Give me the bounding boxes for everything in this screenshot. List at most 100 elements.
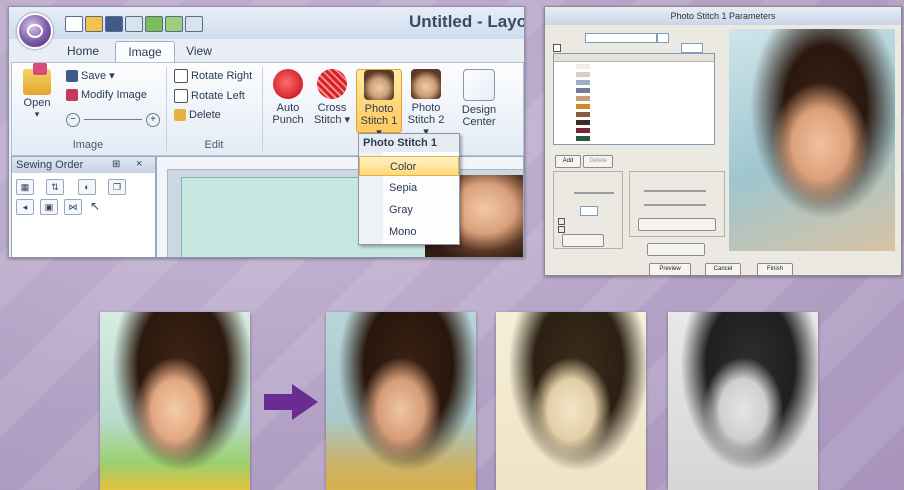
cross-stitch-apple-icon [317, 69, 347, 99]
table-row[interactable] [556, 71, 712, 78]
cross-stitch-button[interactable]: Cross Stitch ▾ [312, 69, 352, 131]
pin-icon[interactable]: ⊞ [112, 159, 120, 170]
save-disk-icon[interactable] [105, 16, 123, 32]
select-from-candidates-button[interactable] [638, 218, 716, 231]
table-header [554, 54, 714, 62]
cancel-button[interactable]: Cancel [705, 263, 741, 275]
modify-image-icon [66, 89, 78, 102]
max-colors-spinner[interactable] [681, 43, 703, 53]
use-page-color-checkbox[interactable] [558, 218, 565, 225]
photo-stitch-2-button[interactable]: Photo Stitch 2 ▾ [404, 69, 448, 138]
undo-icon[interactable] [125, 16, 143, 32]
zoom-slider[interactable]: − + [66, 113, 160, 127]
copy-icon[interactable]: ❐ [108, 179, 126, 195]
new-file-icon[interactable] [65, 16, 83, 32]
thread-color-table[interactable] [553, 53, 715, 145]
modify-image-button[interactable]: Modify Image [66, 89, 148, 102]
previous-button[interactable]: Preview [649, 263, 691, 275]
application-menu-button[interactable] [17, 13, 53, 49]
delete-button[interactable]: Delete [174, 109, 221, 122]
open-image-icon [23, 63, 51, 95]
run-pitch-field[interactable] [580, 206, 598, 216]
contrast-slider[interactable] [644, 204, 706, 206]
photo-stitch-1-label-1: Photo [364, 103, 394, 115]
photo-stitch-2-label-2-text: Stitch 2 [407, 114, 445, 126]
detail-slider[interactable] [574, 192, 614, 194]
menu-item-sepia[interactable]: Sepia [359, 178, 459, 198]
table-row[interactable] [556, 103, 712, 110]
move-back-icon[interactable]: ◂ [16, 199, 34, 215]
close-icon[interactable]: × [136, 158, 142, 170]
dialog-title: Photo Stitch 1 Parameters [545, 7, 901, 25]
rotate-right-icon [174, 69, 188, 83]
split-icon[interactable]: ⋈ [64, 199, 82, 215]
table-row[interactable] [556, 111, 712, 118]
girl-portrait-2-icon [411, 69, 441, 99]
table-row[interactable] [556, 119, 712, 126]
menu-item-color[interactable]: Color [359, 156, 459, 176]
preview-icon[interactable] [185, 16, 203, 32]
design-center-icon [463, 69, 495, 101]
menu-item-gray[interactable]: Gray [359, 200, 459, 220]
window-title: Untitled - Layo [409, 12, 525, 31]
brightness-slider[interactable] [644, 190, 706, 192]
app-window: Untitled - Layo Home Image View Open ▾ S… [8, 6, 525, 258]
tab-image[interactable]: Image [115, 41, 175, 62]
auto-select-checkbox[interactable] [553, 44, 561, 52]
table-row[interactable] [556, 87, 712, 94]
table-row[interactable] [556, 63, 712, 70]
redo-icon[interactable] [145, 16, 163, 32]
modify-image-label: Modify Image [81, 89, 148, 101]
table-row[interactable] [556, 135, 712, 142]
update-preview-button[interactable] [647, 243, 705, 256]
save-button[interactable]: Save ▾ [66, 69, 115, 83]
pointer-icon[interactable]: ↖ [90, 199, 100, 213]
rotate-left-icon [174, 89, 188, 103]
finish-button[interactable]: Finish [757, 263, 793, 275]
lock-icon[interactable]: ▣ [40, 199, 58, 215]
sepia-stitch-photo [496, 312, 646, 490]
table-row[interactable] [556, 127, 712, 134]
open-dropdown-arrow: ▾ [34, 109, 40, 119]
open-folder-icon[interactable] [85, 16, 103, 32]
arrow-right-icon [264, 384, 318, 420]
view-mode-icon[interactable]: ▦ [16, 179, 34, 195]
rotate-left-button[interactable]: Rotate Left [174, 89, 245, 103]
auto-punch-button[interactable]: Auto Punch [268, 69, 308, 131]
color-icon[interactable]: ◐ [78, 179, 96, 195]
design-center-label-2: Center [462, 116, 496, 128]
rotate-right-button[interactable]: Rotate Right [174, 69, 252, 83]
design-canvas[interactable] [156, 156, 524, 257]
cross-stitch-label-2: Stitch ▾ [313, 114, 351, 126]
edit-group-label: Edit [204, 139, 224, 151]
ribbon-separator [166, 67, 167, 151]
menu-item-mono[interactable]: Mono [359, 222, 459, 242]
rotate-right-label: Rotate Right [191, 69, 253, 82]
add-mask-outline-checkbox[interactable] [558, 226, 565, 233]
thread-brand-dropdown-icon[interactable] [657, 33, 669, 43]
save-icon [66, 70, 78, 83]
thread-brand-select[interactable] [585, 33, 657, 43]
table-row[interactable] [556, 95, 712, 102]
original-photo [100, 312, 250, 490]
zoom-in-icon[interactable]: + [146, 113, 160, 127]
menu-header: Photo Stitch 1 [359, 134, 459, 152]
color-stitch-photo [326, 312, 476, 490]
photo-stitch-1-button[interactable]: Photo Stitch 1 ▾ [356, 69, 402, 139]
tab-view[interactable]: View [177, 41, 221, 61]
rotate-left-label: Rotate Left [191, 89, 245, 102]
stitch-preview-image [729, 29, 895, 251]
select-button[interactable] [562, 234, 604, 247]
tab-home[interactable]: Home [55, 41, 111, 61]
zoom-out-icon[interactable]: − [66, 113, 80, 127]
design-center-label-1: Design [461, 104, 497, 116]
add-button[interactable]: Add [555, 155, 581, 168]
image-group-label: Image [72, 139, 104, 151]
delete-color-button[interactable]: Delete [583, 155, 613, 168]
open-button[interactable]: Open ▾ [20, 63, 54, 129]
sort-icon[interactable]: ⇅ [46, 179, 64, 195]
table-row[interactable] [556, 79, 712, 86]
design-center-button[interactable]: Design Center [456, 69, 502, 131]
cross-stitch-label-1: Cross [317, 102, 347, 114]
redo-alt-icon[interactable] [165, 16, 183, 32]
